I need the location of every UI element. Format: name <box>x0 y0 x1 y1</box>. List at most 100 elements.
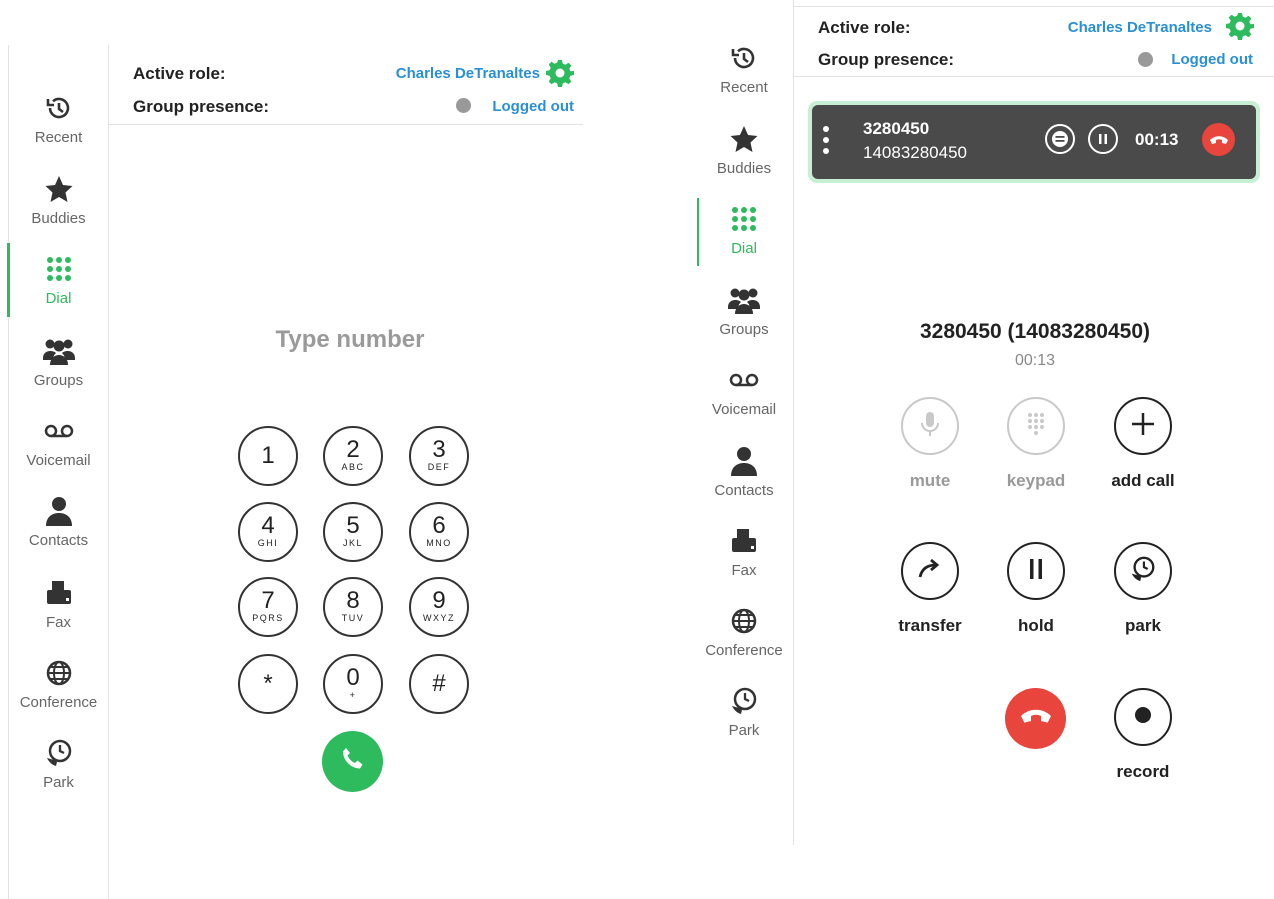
transfer-label: transfer <box>898 616 962 635</box>
nav-buddies[interactable]: Buddies <box>9 168 108 238</box>
key-letters: WXYZ <box>423 613 455 623</box>
nav-fax[interactable]: Fax <box>695 520 793 590</box>
nav-conference[interactable]: Conference <box>695 600 793 670</box>
key-letters: JKL <box>342 538 363 548</box>
hold-button[interactable] <box>1007 542 1065 600</box>
groups-icon <box>9 336 108 372</box>
settings-gear-icon[interactable] <box>1226 12 1254 45</box>
key-1[interactable]: 1 <box>238 426 298 486</box>
presence-dot-icon <box>456 98 471 113</box>
park-button[interactable] <box>1114 542 1172 600</box>
park-control[interactable]: park <box>1083 542 1203 636</box>
key-digit: 9 <box>432 587 446 614</box>
active-role-name[interactable]: Charles DeTranaltes <box>1010 19 1212 36</box>
nav-voicemail-label: Voicemail <box>711 401 777 418</box>
call-timer: 00:13 <box>1014 352 1056 369</box>
nav-fax-label: Fax <box>731 562 757 579</box>
active-call-panel: Recent Buddies Dial Groups Voicemail Con… <box>690 0 1274 899</box>
fax-icon <box>695 526 793 562</box>
key-letters: GHI <box>257 538 279 548</box>
keypad-label: keypad <box>1006 471 1066 490</box>
add-call-button[interactable] <box>1114 397 1172 455</box>
hold-control[interactable]: hold <box>976 542 1096 636</box>
group-presence-label: Group presence: <box>133 97 270 116</box>
nav-park[interactable]: Park <box>695 680 793 750</box>
key-3[interactable]: 3 DEF <box>409 426 469 486</box>
key-7[interactable]: 7 PQRS <box>238 577 298 637</box>
key-6[interactable]: 6 MNO <box>409 502 469 562</box>
dialpad-icon <box>695 204 793 240</box>
key-4[interactable]: 4 GHI <box>238 502 298 562</box>
presence-status[interactable]: Logged out <box>1155 51 1253 68</box>
nav-groups[interactable]: Groups <box>9 330 108 400</box>
active-role-name[interactable]: Charles DeTranaltes <box>340 65 540 82</box>
nav-recent-label: Recent <box>34 129 83 146</box>
key-hash[interactable]: # <box>409 654 469 714</box>
keypad-button[interactable] <box>1007 397 1065 455</box>
keypad-control[interactable]: keypad <box>976 397 1096 491</box>
more-options-icon[interactable] <box>822 125 830 160</box>
key-digit: 3 <box>432 436 446 463</box>
hangup-small-button[interactable] <box>1202 123 1235 156</box>
nav-conference[interactable]: Conference <box>9 652 108 722</box>
park-label: park <box>1125 616 1161 635</box>
transfer-control[interactable]: transfer <box>870 542 990 636</box>
key-0[interactable]: 0 + <box>323 654 383 714</box>
nav-voicemail-label: Voicemail <box>26 452 91 469</box>
key-9[interactable]: 9 WXYZ <box>409 577 469 637</box>
transfer-button[interactable] <box>901 542 959 600</box>
add-call-label: add call <box>1111 471 1175 490</box>
record-button[interactable] <box>1114 688 1172 746</box>
key-star[interactable]: * <box>238 654 298 714</box>
key-digit: 5 <box>346 512 360 539</box>
call-button[interactable] <box>322 731 383 792</box>
divider-sidebar-right <box>793 0 794 845</box>
key-2[interactable]: 2 ABC <box>323 426 383 486</box>
number-input[interactable]: Type number <box>200 326 500 354</box>
nav-contacts[interactable]: Contacts <box>695 440 793 510</box>
nav-recent[interactable]: Recent <box>9 87 108 157</box>
nav-groups-label: Groups <box>33 372 84 389</box>
active-role-label: Active role: <box>133 64 226 83</box>
hangup-button[interactable] <box>1005 688 1066 749</box>
key-8[interactable]: 8 TUV <box>323 577 383 637</box>
record-icon <box>1133 705 1153 730</box>
mute-control[interactable]: mute <box>870 397 990 491</box>
settings-gear-icon[interactable] <box>546 59 574 92</box>
key-digit: 7 <box>261 587 275 614</box>
key-letters: PQRS <box>252 613 284 623</box>
history-icon <box>695 43 793 79</box>
active-call-bar[interactable]: 3280450 14083280450 00:13 <box>808 101 1260 183</box>
header-divider <box>109 124 583 125</box>
nav-contacts-label: Contacts <box>28 532 89 549</box>
mute-button[interactable] <box>901 397 959 455</box>
nav-voicemail[interactable]: Voicemail <box>695 359 793 429</box>
nav-contacts[interactable]: Contacts <box>9 490 108 560</box>
nav-dial[interactable]: Dial <box>9 248 108 318</box>
chat-icon[interactable] <box>1045 124 1075 154</box>
park-icon <box>9 738 108 774</box>
key-5[interactable]: 5 JKL <box>323 502 383 562</box>
key-letters: ABC <box>341 462 365 472</box>
nav-recent[interactable]: Recent <box>695 37 793 107</box>
nav-buddies[interactable]: Buddies <box>695 118 793 188</box>
nav-voicemail[interactable]: Voicemail <box>9 410 108 480</box>
nav-dial[interactable]: Dial <box>695 198 793 268</box>
add-call-control[interactable]: add call <box>1083 397 1203 491</box>
nav-groups[interactable]: Groups <box>695 279 793 349</box>
record-label: record <box>1116 762 1170 781</box>
pause-icon <box>1027 557 1045 586</box>
key-digit: 1 <box>261 442 275 469</box>
record-control[interactable]: record <box>1083 688 1203 782</box>
key-digit: 4 <box>261 512 275 539</box>
nav-buddies-label: Buddies <box>31 210 86 227</box>
call-bar-full-number: 14083280450 <box>863 143 968 162</box>
nav-park[interactable]: Park <box>9 732 108 802</box>
nav-dial-label: Dial <box>731 240 757 257</box>
key-digit: 6 <box>432 512 446 539</box>
key-digit: 0 <box>346 664 360 691</box>
pause-icon[interactable] <box>1088 124 1118 154</box>
nav-fax[interactable]: Fax <box>9 572 108 642</box>
presence-status[interactable]: Logged out <box>473 98 574 115</box>
key-letters: MNO <box>426 538 452 548</box>
